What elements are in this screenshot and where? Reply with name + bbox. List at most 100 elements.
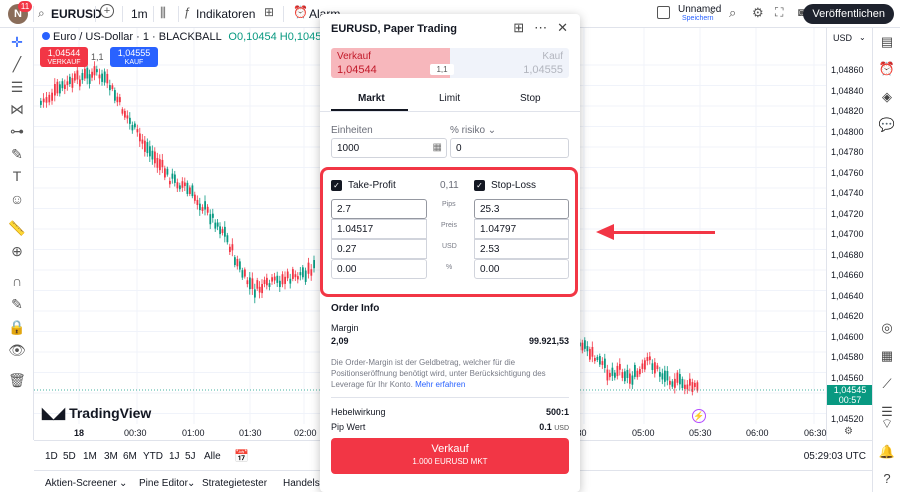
trend-line-icon[interactable]: ╱ bbox=[9, 56, 25, 72]
risk-label[interactable]: % risiko ⌄ bbox=[450, 125, 496, 136]
range-button[interactable]: 5D bbox=[63, 451, 76, 462]
candle-body bbox=[59, 84, 61, 94]
chart-sell-button[interactable]: 1,04544 VERKAUF bbox=[40, 47, 88, 67]
candle-body bbox=[69, 76, 71, 85]
footer-tab[interactable]: Pine Editor bbox=[139, 478, 188, 489]
gear-icon[interactable]: ⚙ bbox=[752, 5, 764, 21]
trash-icon[interactable]: 🗑 bbox=[8, 372, 26, 388]
range-button[interactable]: 1M bbox=[83, 451, 97, 462]
gear-icon[interactable]: ⚙ bbox=[844, 426, 853, 437]
tab-stop[interactable]: Stop bbox=[520, 93, 541, 104]
candle-body bbox=[594, 357, 596, 362]
range-button[interactable]: YTD bbox=[143, 451, 163, 462]
target-icon[interactable]: ◎ bbox=[879, 320, 895, 336]
chart-buy-button[interactable]: 1,04555 KAUF bbox=[110, 47, 158, 67]
range-button[interactable]: 6M bbox=[123, 451, 137, 462]
text-icon[interactable]: T bbox=[9, 168, 25, 184]
candle-type-icon[interactable]: ⫼ bbox=[160, 5, 166, 21]
candle-body bbox=[641, 363, 644, 369]
risk-input[interactable]: 0 bbox=[450, 138, 569, 158]
magnet-icon[interactable]: ∩ bbox=[9, 273, 25, 289]
footer-tab[interactable]: Strategietester bbox=[202, 478, 267, 489]
candle-body bbox=[214, 222, 217, 229]
calendar-range-icon[interactable]: 📅 bbox=[234, 449, 249, 463]
candle-body bbox=[56, 81, 59, 94]
lightning-icon[interactable]: ⚡ bbox=[692, 409, 706, 423]
alarm-clock-icon[interactable]: ⏰ bbox=[879, 61, 895, 77]
projection-icon[interactable]: ⊶ bbox=[9, 123, 25, 139]
range-button[interactable]: 1D bbox=[45, 451, 58, 462]
candle-body bbox=[131, 124, 134, 131]
publish-button[interactable]: Veröffentlichen bbox=[803, 4, 894, 24]
chevron-down-icon[interactable]: ⌄ bbox=[859, 33, 866, 42]
price-tick: 1,04740 bbox=[831, 188, 864, 198]
range-button[interactable]: 3M bbox=[104, 451, 118, 462]
candle-body bbox=[249, 277, 251, 290]
alarm-icon[interactable]: ⏰ bbox=[293, 5, 308, 19]
crosshair-icon[interactable]: ✛ bbox=[9, 34, 25, 50]
templates-icon[interactable]: ⊞ bbox=[264, 5, 274, 19]
interval-button[interactable]: 1m bbox=[131, 7, 148, 21]
time-tick: 01:30 bbox=[239, 428, 262, 438]
ruler-icon[interactable]: 📏 bbox=[8, 220, 25, 236]
search-icon[interactable]: ⌕ bbox=[38, 6, 45, 21]
calendar-icon[interactable]: ▦ bbox=[879, 348, 895, 364]
more-icon[interactable]: ⋯ bbox=[534, 20, 547, 36]
candle-body bbox=[76, 70, 79, 80]
indicators-icon[interactable]: ƒ bbox=[184, 5, 191, 19]
bell-icon[interactable]: 🔔 bbox=[879, 444, 895, 460]
quick-search-icon[interactable]: ⌕ bbox=[729, 5, 736, 21]
emoji-icon[interactable]: ☺ bbox=[9, 191, 25, 207]
chevron-down-icon[interactable]: ⌄ bbox=[119, 478, 127, 489]
layers-icon[interactable]: ◈ bbox=[879, 89, 895, 105]
candle-body bbox=[289, 278, 292, 284]
help-icon[interactable]: ? bbox=[879, 470, 895, 486]
buy-side-button[interactable]: Kauf 1,04555 bbox=[450, 48, 569, 78]
grid-icon[interactable]: ⊞ bbox=[513, 20, 524, 36]
active-tab-indicator bbox=[331, 109, 408, 111]
candle-body bbox=[151, 150, 154, 160]
zoom-in-icon[interactable]: ⊕ bbox=[9, 243, 25, 259]
chevron-down-icon[interactable]: ⌄ bbox=[187, 478, 195, 489]
price-axis[interactable]: USD ⌄ 1,04860 1,04840 1,04820 1,04800 1,0478… bbox=[826, 28, 873, 440]
submit-order-button[interactable]: Verkauf 1.000 EURUSD MKT bbox=[331, 438, 569, 474]
range-button[interactable]: 5J bbox=[185, 451, 196, 462]
fullscreen-icon[interactable]: ⛶ bbox=[775, 5, 783, 20]
range-button[interactable]: 1J bbox=[169, 451, 180, 462]
pattern-icon[interactable]: ⋈ bbox=[9, 101, 25, 117]
candle-body bbox=[179, 185, 181, 190]
utc-clock[interactable]: 05:29:03 UTC bbox=[804, 451, 866, 462]
tp-sl-highlight-box bbox=[320, 167, 578, 297]
fib-icon[interactable]: ☰ bbox=[9, 79, 25, 95]
tab-markt[interactable]: Markt bbox=[358, 93, 385, 104]
range-button[interactable]: Alle bbox=[204, 451, 221, 462]
currency-label[interactable]: USD bbox=[833, 33, 852, 43]
add-symbol-icon[interactable]: + bbox=[100, 4, 114, 18]
chevron-down-icon[interactable]: ⌄ bbox=[708, 6, 716, 17]
watchlist-icon[interactable]: ▤ bbox=[879, 34, 895, 50]
chart-line-icon[interactable]: ⟋ bbox=[879, 376, 895, 392]
calculator-icon[interactable]: ▦ bbox=[433, 142, 442, 153]
broadcast-icon[interactable]: ⌔ bbox=[879, 416, 895, 432]
candle-body bbox=[40, 100, 42, 105]
eye-icon[interactable]: 👁 bbox=[8, 342, 26, 358]
candle-body bbox=[294, 274, 297, 278]
leverage-value: 500:1 bbox=[545, 407, 569, 417]
candle-body bbox=[174, 174, 176, 183]
close-icon[interactable]: ✕ bbox=[557, 20, 568, 36]
units-input[interactable]: 1000 ▦ bbox=[331, 138, 447, 158]
candle-body bbox=[146, 142, 149, 154]
chat-icon[interactable]: 💬 bbox=[879, 117, 895, 133]
pip-value: 0.1 USD bbox=[539, 422, 569, 432]
brush-icon[interactable]: ✎ bbox=[9, 146, 25, 162]
margin-info-text: Die Order-Margin ist der Geldbetrag, wel… bbox=[331, 357, 567, 390]
footer-tab[interactable]: Aktien-Screener bbox=[45, 478, 117, 489]
time-tick: 18 bbox=[74, 428, 85, 438]
layout-icon[interactable] bbox=[657, 6, 670, 19]
learn-more-link[interactable]: Mehr erfahren bbox=[415, 380, 465, 389]
lock-drawings-icon[interactable]: ✎ bbox=[9, 296, 25, 312]
tab-limit[interactable]: Limit bbox=[439, 93, 460, 104]
panel-header-icons: ⊞ ⋯ ✕ bbox=[513, 20, 568, 36]
indicators-button[interactable]: Indikatoren bbox=[196, 7, 255, 21]
lock-icon[interactable]: 🔒 bbox=[8, 319, 25, 335]
